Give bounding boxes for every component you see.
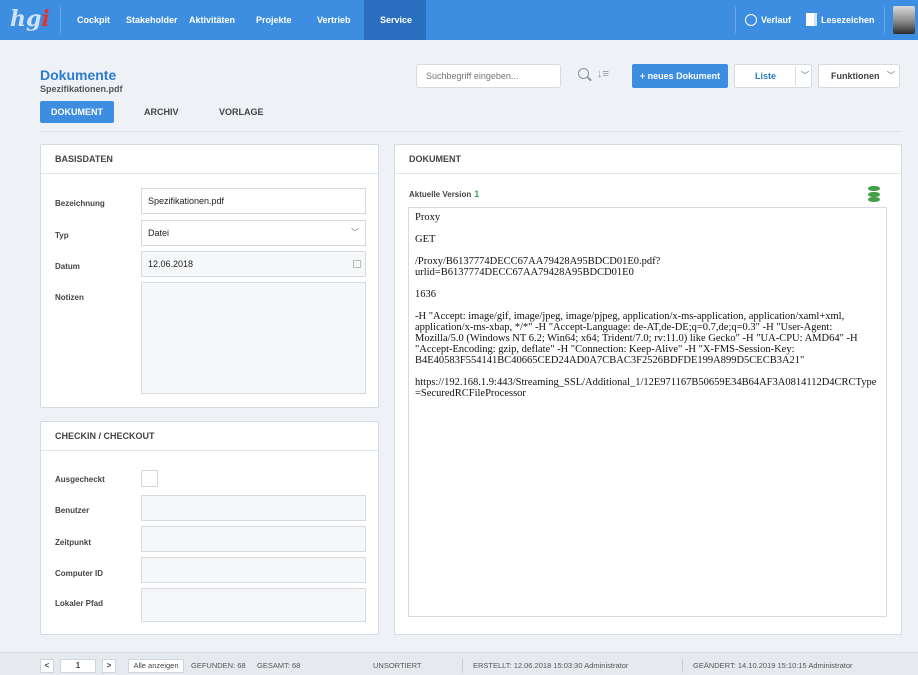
dokument-title: DOKUMENT — [395, 145, 901, 174]
dokument-panel: DOKUMENT Aktuelle Version 1 Proxy GET /Pr… — [394, 144, 902, 635]
show-all-button[interactable]: Alle anzeigen — [128, 659, 184, 673]
checkin-title: CHECKIN / CHECKOUT — [41, 422, 378, 451]
chevron-down-icon: ﹀ — [887, 71, 895, 80]
zeitpunkt-label: Zeitpunkt — [55, 538, 91, 547]
nav-verlauf[interactable]: Verlauf — [745, 0, 791, 40]
datum-value: 12.06.2018 — [148, 259, 194, 269]
typ-label: Typ — [55, 231, 69, 240]
typ-select-value: Datei — [148, 228, 170, 238]
sort-icon[interactable]: ↓≡ — [597, 68, 609, 80]
computer-id-label: Computer ID — [55, 569, 103, 578]
chevron-down-icon: ﹀ — [351, 228, 359, 237]
version-label-text: Aktuelle Version — [409, 190, 472, 199]
new-document-button[interactable]: + neues Dokument — [632, 64, 728, 88]
nav-cockpit[interactable]: Cockpit — [77, 0, 110, 40]
checkin-checkout-panel: CHECKIN / CHECKOUT Ausgecheckt Benutzer … — [40, 421, 379, 635]
nav-projekte[interactable]: Projekte — [256, 0, 292, 40]
typ-select[interactable]: Datei ﹀ — [141, 220, 366, 246]
found-count: GEFUNDEN: 68 — [191, 661, 246, 670]
page-title: Dokumente — [40, 67, 117, 83]
document-line: /Proxy/B6137774DECC67AA79428A95BDCD01E0.… — [415, 256, 661, 278]
sort-status: UNSORTIERT — [373, 661, 422, 670]
functions-menu-button[interactable]: Funktionen ﹀ — [818, 64, 900, 88]
datum-label: Datum — [55, 262, 80, 271]
datum-field[interactable]: 12.06.2018 — [141, 251, 366, 277]
basisdaten-panel: BASISDATEN Bezeichnung Spezifikationen.p… — [40, 144, 379, 408]
nav-divider — [735, 7, 736, 33]
document-line: https://192.168.1.9:443/Streaming_SSL/Ad… — [415, 377, 877, 399]
computer-id-field[interactable] — [141, 557, 366, 583]
document-line: -H "Accept: image/gif, image/jpeg, image… — [415, 311, 858, 366]
notizen-label: Notizen — [55, 293, 84, 302]
nav-stakeholder[interactable]: Stakeholder — [126, 0, 178, 40]
nav-lesezeichen[interactable]: Lesezeichen — [806, 0, 875, 40]
nav-service[interactable]: Service — [380, 0, 412, 40]
user-avatar[interactable] — [893, 6, 915, 34]
database-icon[interactable] — [868, 186, 880, 202]
version-label: Aktuelle Version 1 — [409, 189, 479, 199]
chevron-down-icon: ﹀ — [801, 71, 809, 80]
tab-archiv[interactable]: ARCHIV — [144, 101, 179, 123]
zeitpunkt-field[interactable] — [141, 526, 366, 552]
hgi-logo[interactable]: hgi — [10, 8, 50, 30]
tabs-divider — [40, 131, 902, 132]
view-select-value: Liste — [755, 71, 777, 81]
footer-divider — [682, 659, 683, 673]
next-page-button[interactable]: > — [102, 659, 116, 673]
page-number-input[interactable]: 1 — [60, 659, 96, 673]
lokaler-pfad-field[interactable] — [141, 588, 366, 622]
tab-dokument[interactable]: DOKUMENT — [40, 101, 114, 123]
document-line: Proxy — [415, 212, 441, 223]
bezeichnung-field[interactable]: Spezifikationen.pdf — [141, 188, 366, 214]
view-select[interactable]: Liste ﹀ — [734, 64, 812, 88]
created-info: ERSTELLT: 12.06.2018 15:03:30 Administra… — [473, 661, 629, 670]
page-subtitle: Spezifikationen.pdf — [40, 84, 123, 94]
benutzer-label: Benutzer — [55, 506, 90, 515]
total-count: GESAMT: 68 — [257, 661, 301, 670]
nav-vertrieb[interactable]: Vertrieb — [317, 0, 351, 40]
bookmark-icon — [806, 13, 817, 27]
search-input[interactable] — [416, 64, 561, 88]
lokaler-pfad-label: Lokaler Pfad — [55, 599, 104, 608]
benutzer-field[interactable] — [141, 495, 366, 521]
prev-page-button[interactable]: < — [40, 659, 54, 673]
nav-divider — [884, 7, 885, 33]
status-footer: < 1 > Alle anzeigen GEFUNDEN: 68 GESAMT:… — [0, 652, 918, 675]
tab-vorlage[interactable]: VORLAGE — [219, 101, 264, 123]
ausgecheckt-label: Ausgecheckt — [55, 475, 105, 484]
document-line: GET — [415, 234, 436, 245]
functions-label: Funktionen — [831, 71, 880, 81]
modified-info: GEÄNDERT: 14.10.2019 15:10:15 Administra… — [693, 661, 853, 670]
clock-icon — [745, 13, 757, 26]
select-divider — [795, 67, 796, 85]
basisdaten-title: BASISDATEN — [41, 145, 378, 174]
calendar-icon[interactable] — [353, 260, 361, 268]
nav-divider — [60, 7, 61, 33]
footer-divider — [462, 659, 463, 673]
verlauf-label: Verlauf — [761, 15, 792, 25]
bezeichnung-label: Bezeichnung — [55, 199, 105, 208]
version-number: 1 — [474, 189, 480, 199]
lesezeichen-label: Lesezeichen — [821, 15, 875, 25]
nav-aktivitaeten[interactable]: Aktivitäten — [189, 0, 235, 40]
notizen-textarea[interactable] — [141, 282, 366, 394]
search-icon[interactable] — [578, 68, 589, 79]
top-navigation: hgi Cockpit Stakeholder Aktivitäten Proj… — [0, 0, 918, 40]
ausgecheckt-checkbox[interactable] — [141, 470, 158, 487]
document-line: 1636 — [415, 289, 436, 300]
document-preview[interactable]: Proxy GET /Proxy/B6137774DECC67AA79428A9… — [408, 207, 887, 617]
